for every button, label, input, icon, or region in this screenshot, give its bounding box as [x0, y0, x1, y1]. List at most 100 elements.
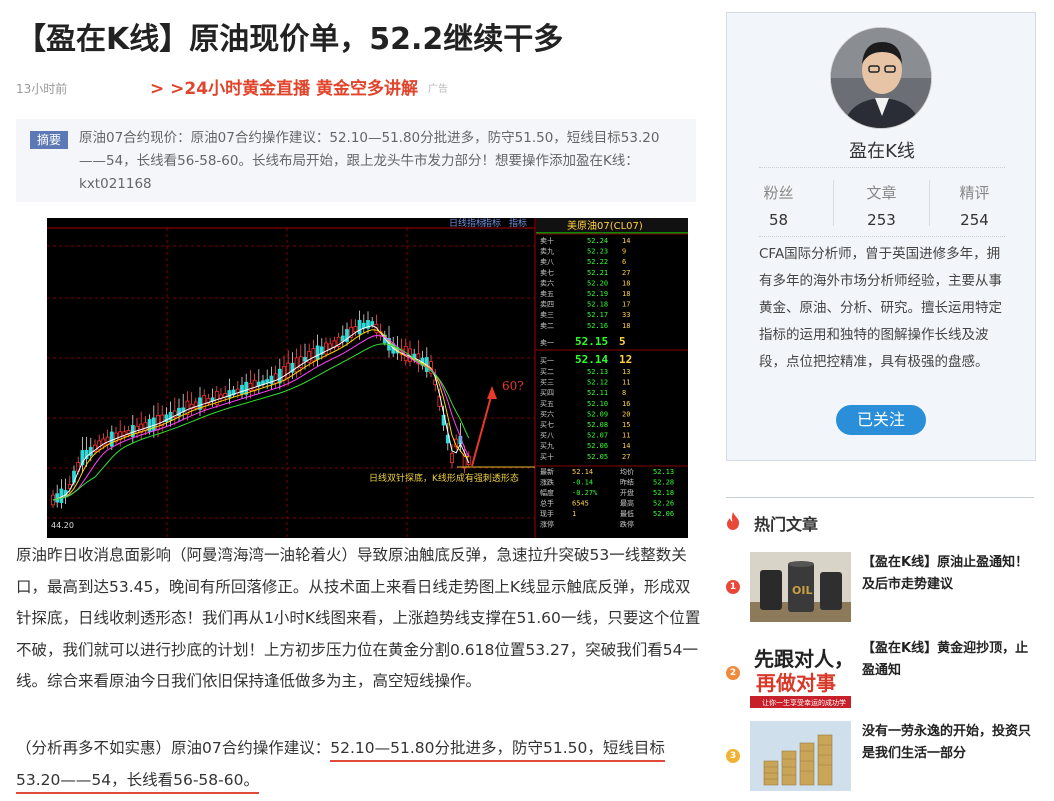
orderbook-cell: 52.13 [587, 368, 608, 376]
orderbook-cell: 27 [622, 269, 630, 277]
ad-tag: 广告 [428, 84, 448, 95]
orderbook-cell: 15 [622, 421, 630, 429]
candle-body [252, 379, 257, 392]
orderbook-cell: 16 [622, 400, 630, 408]
article-advice: （分析再多不如实惠）原油07合约操作建议：52.10—51.80分批进多，防守5… [16, 733, 706, 796]
orderbook-cell: 52.21 [587, 269, 608, 277]
orderbook-cell: 买六 [540, 409, 554, 418]
avatar[interactable] [830, 27, 932, 129]
orderbook-cell: 52.14 [575, 353, 608, 366]
candle-body [277, 368, 282, 384]
candle-body [135, 425, 139, 434]
orderbook-cell: 卖四 [540, 301, 554, 309]
article-thumbnail[interactable]: 先跟对人， 再做对事 让你一生享受幸运的成功学 [750, 638, 851, 708]
ad-link[interactable]: > >24小时黄金直播 黄金空多讲解 [150, 74, 418, 99]
orderbook-cell: 跌停 [620, 520, 634, 529]
candle-body [282, 365, 286, 381]
low-price-label: 44.20 [51, 521, 74, 530]
orderbook-cell: 9 [622, 248, 626, 256]
orderbook-cell: 买五 [540, 400, 554, 408]
orderbook-cell: -0.14 [572, 479, 593, 487]
candle-body [273, 373, 278, 384]
orderbook-cell: 12 [619, 353, 632, 366]
hot-article-item[interactable]: 2 先跟对人， 再做对事 让你一生享受幸运的成功学 【盈在K线】黄金迎抄顶，止盈… [726, 638, 1046, 710]
orderbook-cell: 买四 [540, 389, 554, 397]
orderbook-cell: 52.22 [587, 258, 608, 266]
orderbook-cell: 52.18 [587, 301, 608, 309]
thumb2-line1: 先跟对人， [754, 647, 851, 671]
orderbook-cell: 涨跌 [540, 478, 554, 487]
article-thumbnail[interactable] [750, 721, 851, 791]
hot-article-item[interactable]: 3 没有一劳永逸的开始，投资只是我们生活一部分 [726, 721, 1046, 793]
kline-chart-image: 日线指标 指标 指标 44.20 60? 日线双针探底，K线形成有强刺透形态 美… [47, 218, 688, 538]
orderbook-cell: 6545 [572, 500, 589, 508]
stat-value: 253 [867, 211, 896, 229]
rank-badge: 3 [726, 749, 740, 763]
annotation-target: 60? [502, 379, 524, 393]
stat-value: 58 [768, 211, 789, 229]
chart-header-link[interactable]: 日线指标 [449, 218, 485, 229]
orderbook-cell: 52.18 [653, 489, 674, 497]
stat-label: 粉丝 [763, 184, 794, 202]
candle-body [303, 356, 307, 362]
article-thumbnail[interactable]: OIL [750, 552, 851, 622]
thumb-oil-text: OIL [792, 584, 812, 597]
summary-text: 原油07合约现价：原油07合约操作建议：52.10—51.80分批进多，防守51… [79, 130, 660, 192]
orderbook-cell: 卖五 [540, 290, 554, 298]
orderbook-cell: 52.07 [587, 432, 608, 440]
orderbook-cell: 卖六 [540, 278, 554, 287]
stat-featured: 精评 254 [923, 176, 1026, 229]
article-title: 【盈在K线】原油现价单，52.2继续干多 [16, 22, 564, 57]
stat-value: 254 [960, 211, 989, 229]
orderbook-cell: 5 [619, 335, 626, 348]
orderbook-cell: 14 [622, 237, 630, 245]
orderbook-cell: 卖十 [540, 236, 554, 245]
orderbook-cell: 6 [622, 258, 626, 266]
thumb2-line2: 再做对事 [756, 671, 836, 695]
chart-header-link[interactable]: 指标 [509, 218, 527, 229]
follow-button[interactable]: 已关注 [836, 405, 926, 435]
candle-body [324, 342, 328, 355]
thumb2-caption: 让你一生享受幸运的成功学 [762, 698, 846, 707]
orderbook-cell: 52.13 [653, 468, 674, 476]
orderbook-cell: 52.06 [587, 442, 608, 450]
candle-body [109, 431, 114, 447]
ticker-name: 美原油07(CL07) [567, 219, 643, 232]
hot-article-title[interactable]: 没有一劳永逸的开始，投资只是我们生活一部分 [862, 721, 1037, 765]
orderbook-cell: 52.09 [587, 410, 608, 418]
orderbook-cell: 52.17 [587, 311, 608, 319]
advice-prefix: （分析再多不如实惠）原油07合约操作建议： [16, 739, 331, 757]
candle-body [315, 345, 320, 360]
hot-article-title[interactable]: 【盈在K线】黄金迎抄顶，止盈通知 [862, 638, 1037, 682]
hot-articles-header: 热门文章 [726, 510, 1036, 536]
candle-body [286, 362, 291, 379]
orderbook-cell: 52.14 [572, 468, 593, 476]
author-name[interactable]: 盈在K线 [727, 137, 1037, 163]
annotation-text: 日线双针探底，K线形成有强刺透形态 [369, 472, 519, 484]
advice-highlight-2: 53.20——54，长线看56-58-60。 [16, 770, 259, 794]
orderbook-cell: 52.26 [653, 500, 674, 508]
orderbook-cell: 最高 [620, 499, 634, 508]
summary-badge: 摘要 [30, 131, 68, 149]
orderbook-cell: 33 [622, 311, 630, 319]
stat-label: 精评 [959, 184, 990, 202]
orderbook-cell: 买八 [540, 432, 554, 440]
orderbook-cell: 52.06 [653, 510, 674, 518]
chart-header-link[interactable]: 指标 [483, 218, 501, 229]
orderbook-cell: 20 [622, 410, 630, 418]
stat-articles: 文章 253 [830, 176, 933, 229]
orderbook-cell: 买七 [540, 420, 554, 429]
hot-article-title[interactable]: 【盈在K线】原油止盈通知！及后市走势建议 [862, 552, 1037, 596]
candle-body [55, 493, 60, 503]
orderbook-cell: 52.11 [587, 389, 608, 397]
summary-box: 摘要 原油07合约现价：原油07合约操作建议：52.10—51.80分批进多，防… [16, 119, 696, 202]
article-meta: 13小时前 > >24小时黄金直播 黄金空多讲解 广告 [16, 74, 696, 100]
orderbook-cell: 52.15 [575, 335, 608, 348]
orderbook-cell: 1 [572, 510, 576, 518]
orderbook-cell: 52.23 [587, 248, 608, 256]
chart-grid [47, 228, 535, 538]
hot-article-item[interactable]: 1 OIL 【盈在K线】原油止盈通知！及后市走势建议 [726, 552, 1046, 624]
orderbook-cell: 卖七 [540, 268, 554, 277]
orderbook-cell: 11 [622, 432, 630, 440]
publish-time: 13小时前 [16, 82, 68, 96]
